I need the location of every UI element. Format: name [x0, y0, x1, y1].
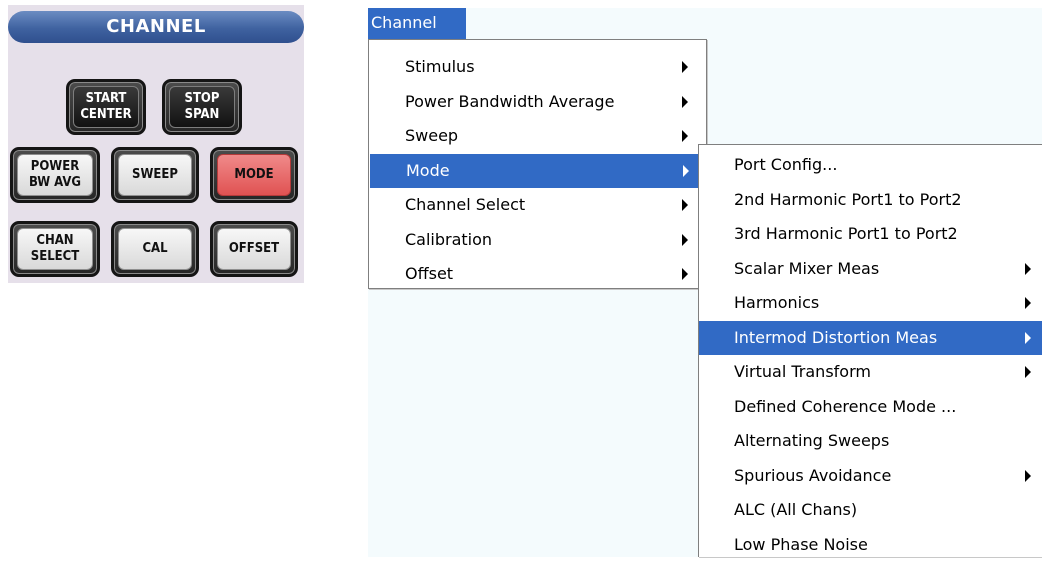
menu-item-power-bandwidth-average[interactable]: Power Bandwidth Average	[369, 85, 706, 120]
menu-item-label: Spurious Avoidance	[734, 466, 891, 485]
panel-title: CHANNEL	[8, 11, 304, 43]
menu-item-label: ALC (All Chans)	[734, 500, 857, 519]
menu-item-2nd-harmonic[interactable]: 2nd Harmonic Port1 to Port2	[699, 183, 1042, 218]
menu-item-offset[interactable]: Offset	[369, 257, 706, 292]
submenu-arrow-icon	[682, 96, 688, 108]
submenu-arrow-icon	[1025, 297, 1031, 309]
sweep-key-label: SWEEP	[118, 154, 192, 196]
menu-item-label: 3rd Harmonic Port1 to Port2	[734, 224, 958, 243]
submenu-arrow-icon	[682, 234, 688, 246]
submenu-arrow-icon	[682, 268, 688, 280]
submenu-arrow-icon	[1025, 470, 1031, 482]
menu-item-label: Low Phase Noise	[734, 535, 868, 554]
menu-item-label: Channel Select	[405, 195, 525, 214]
mode-key[interactable]: MODE	[210, 147, 298, 203]
menu-item-label: Virtual Transform	[734, 362, 871, 381]
submenu-arrow-icon	[683, 165, 689, 177]
mode-key-label: MODE	[217, 154, 291, 196]
mode-submenu: Port Config... 2nd Harmonic Port1 to Por…	[698, 144, 1042, 557]
stop-span-key-label: STOP SPAN	[169, 86, 235, 128]
channel-hardkey-panel: CHANNEL START CENTER STOP SPAN POWER BW …	[8, 5, 304, 283]
menu-item-spurious-avoidance[interactable]: Spurious Avoidance	[699, 459, 1042, 494]
offset-key-label: OFFSET	[217, 228, 291, 270]
stop-span-key[interactable]: STOP SPAN	[162, 79, 242, 135]
menu-item-label: Alternating Sweeps	[734, 431, 889, 450]
menu-item-label: 2nd Harmonic Port1 to Port2	[734, 190, 962, 209]
submenu-arrow-icon	[682, 199, 688, 211]
sweep-key[interactable]: SWEEP	[111, 147, 199, 203]
submenu-arrow-icon	[682, 130, 688, 142]
menu-item-label: Sweep	[405, 126, 458, 145]
menu-item-channel-select[interactable]: Channel Select	[369, 188, 706, 223]
menu-item-label: Port Config...	[734, 155, 837, 174]
menu-item-label: Offset	[405, 264, 453, 283]
chan-select-key[interactable]: CHAN SELECT	[10, 221, 100, 277]
submenu-arrow-icon	[682, 61, 688, 73]
submenu-arrow-icon	[1025, 366, 1031, 378]
menu-item-calibration[interactable]: Calibration	[369, 223, 706, 258]
submenu-arrow-icon	[1025, 332, 1031, 344]
menu-item-alc-all-chans[interactable]: ALC (All Chans)	[699, 493, 1042, 528]
menu-item-label: Harmonics	[734, 293, 819, 312]
menu-item-label: Mode	[406, 161, 450, 180]
menu-item-port-config[interactable]: Port Config...	[699, 148, 1042, 183]
submenu-arrow-icon	[1025, 263, 1031, 275]
menu-item-virtual-transform[interactable]: Virtual Transform	[699, 355, 1042, 390]
menu-item-3rd-harmonic[interactable]: 3rd Harmonic Port1 to Port2	[699, 217, 1042, 252]
channel-menu: Stimulus Power Bandwidth Average Sweep M…	[368, 39, 707, 289]
offset-key[interactable]: OFFSET	[210, 221, 298, 277]
menu-item-label: Calibration	[405, 230, 492, 249]
menu-item-label: Power Bandwidth Average	[405, 92, 614, 111]
menu-item-label: Stimulus	[405, 57, 475, 76]
cal-key-label: CAL	[118, 228, 192, 270]
menubar-channel[interactable]: Channel	[368, 8, 466, 39]
chan-select-key-label: CHAN SELECT	[17, 228, 93, 270]
menu-item-sweep[interactable]: Sweep	[369, 119, 706, 154]
menu-item-scalar-mixer-meas[interactable]: Scalar Mixer Meas	[699, 252, 1042, 287]
menu-item-alternating-sweeps[interactable]: Alternating Sweeps	[699, 424, 1042, 459]
menu-item-label: Defined Coherence Mode ...	[734, 397, 956, 416]
menu-item-defined-coherence-mode[interactable]: Defined Coherence Mode ...	[699, 390, 1042, 425]
power-bw-avg-key-label: POWER BW AVG	[17, 154, 93, 196]
start-center-key[interactable]: START CENTER	[66, 79, 146, 135]
menu-item-harmonics[interactable]: Harmonics	[699, 286, 1042, 321]
menu-item-label: Intermod Distortion Meas	[734, 328, 937, 347]
power-bw-avg-key[interactable]: POWER BW AVG	[10, 147, 100, 203]
menu-item-intermod-distortion-meas[interactable]: Intermod Distortion Meas	[699, 321, 1042, 356]
menu-item-mode[interactable]: Mode	[370, 154, 706, 189]
menu-item-stimulus[interactable]: Stimulus	[369, 50, 706, 85]
menu-item-label: Scalar Mixer Meas	[734, 259, 879, 278]
start-center-key-label: START CENTER	[73, 86, 139, 128]
cal-key[interactable]: CAL	[111, 221, 199, 277]
